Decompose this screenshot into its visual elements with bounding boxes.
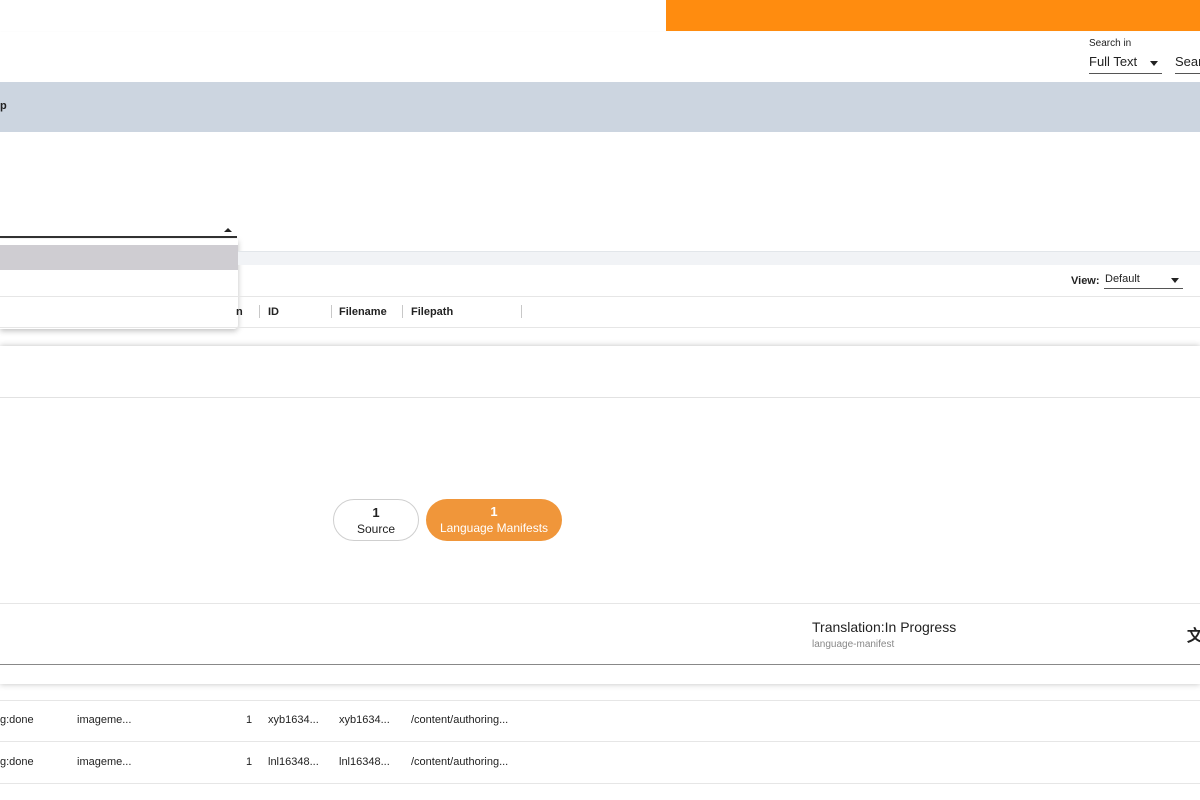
cell-filename[interactable]: lnl16348... bbox=[339, 756, 390, 768]
cell-n: 1 bbox=[246, 714, 253, 726]
table-header-bottom-line bbox=[0, 327, 1200, 328]
translate-icon[interactable]: 文 bbox=[1187, 622, 1200, 646]
panel-bottom-border bbox=[0, 664, 1200, 665]
column-header[interactable]: n bbox=[236, 306, 243, 318]
source-label: Source bbox=[356, 522, 396, 536]
chevron-up-icon bbox=[224, 228, 232, 232]
dropdown-option[interactable] bbox=[0, 273, 238, 313]
chevron-down-icon bbox=[1171, 278, 1179, 283]
column-separator bbox=[331, 305, 332, 318]
panel-divider bbox=[0, 397, 1200, 398]
cell-id[interactable]: xyb1634... bbox=[268, 714, 319, 726]
column-separator bbox=[259, 305, 260, 318]
source-count-pill[interactable]: 1 Source bbox=[333, 499, 419, 541]
search-in-select[interactable]: Full Text bbox=[1089, 53, 1162, 74]
select-dropdown-menu bbox=[0, 239, 238, 329]
column-separator bbox=[521, 305, 522, 318]
column-header-filename[interactable]: Filename bbox=[339, 306, 387, 318]
panel-divider bbox=[0, 603, 1200, 604]
dropdown-option-highlighted[interactable] bbox=[0, 245, 238, 270]
search-placeholder: Sear bbox=[1175, 54, 1200, 69]
row-divider bbox=[0, 783, 1200, 784]
view-value: Default bbox=[1105, 273, 1140, 285]
column-header-filepath[interactable]: Filepath bbox=[411, 306, 453, 318]
row-divider bbox=[0, 700, 1200, 701]
language-manifests-count: 1 bbox=[490, 504, 498, 519]
language-manifests-label: Language Manifests bbox=[439, 521, 549, 535]
status-subtitle: language-manifest bbox=[812, 639, 895, 650]
column-separator bbox=[402, 305, 403, 318]
search-in-label: Search in bbox=[1089, 38, 1132, 49]
top-accent-bar bbox=[666, 0, 1200, 31]
toolbar-divider bbox=[238, 251, 1200, 265]
cell-filename[interactable]: xyb1634... bbox=[339, 714, 390, 726]
title-band bbox=[0, 82, 1200, 132]
search-in-value: Full Text bbox=[1089, 54, 1138, 69]
table-header-top-line bbox=[0, 296, 1200, 297]
header-bar bbox=[0, 32, 1200, 82]
view-select[interactable]: Default bbox=[1104, 272, 1183, 289]
row-divider bbox=[0, 741, 1200, 742]
cell-filepath[interactable]: /content/authoring... bbox=[411, 714, 508, 726]
cell-filepath[interactable]: /content/authoring... bbox=[411, 756, 508, 768]
band-title: p bbox=[0, 100, 7, 112]
search-input[interactable]: Sear bbox=[1175, 53, 1200, 74]
status-title: Translation:In Progress bbox=[812, 619, 957, 635]
cell-type: imageme... bbox=[77, 714, 132, 726]
view-label: View: bbox=[1071, 275, 1100, 287]
chevron-down-icon bbox=[1150, 61, 1158, 66]
cell-n: 1 bbox=[246, 756, 253, 768]
column-header-id[interactable]: ID bbox=[268, 306, 279, 318]
cell-status: g:done bbox=[0, 756, 34, 768]
cell-type: imageme... bbox=[77, 756, 132, 768]
cell-id[interactable]: lnl16348... bbox=[268, 756, 319, 768]
source-count: 1 bbox=[372, 505, 380, 520]
cell-status: g:done bbox=[0, 714, 34, 726]
language-manifests-pill[interactable]: 1 Language Manifests bbox=[426, 499, 562, 541]
select-underline bbox=[0, 236, 237, 238]
